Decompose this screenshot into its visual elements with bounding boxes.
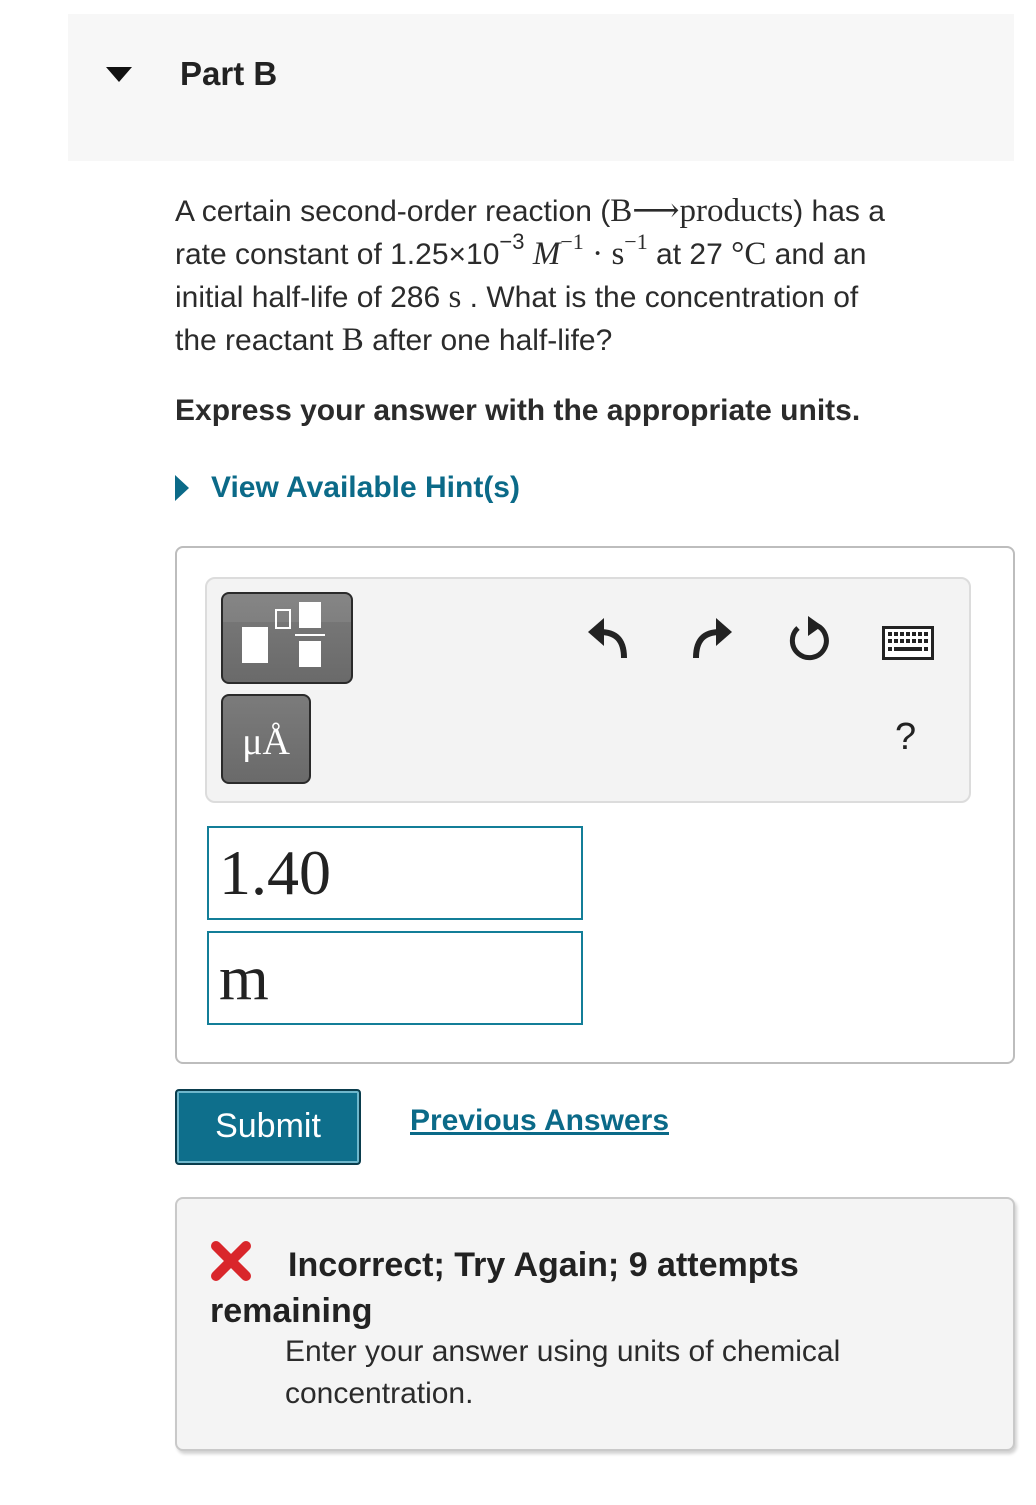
- part-title: Part B: [180, 55, 278, 92]
- collapse-triangle-icon[interactable]: [106, 67, 132, 82]
- incorrect-x-icon: [211, 1241, 251, 1281]
- units-icon[interactable]: μÅ: [221, 694, 311, 784]
- unit-input[interactable]: [207, 931, 583, 1025]
- value-input[interactable]: [207, 826, 583, 920]
- templates-icon[interactable]: [221, 592, 353, 684]
- feedback-message: Enter your answer using units of chemica…: [285, 1335, 841, 1410]
- redo-icon[interactable]: [690, 614, 734, 660]
- view-hints-link[interactable]: View Available Hint(s): [175, 471, 520, 505]
- instruction-text: Express your answer with the appropriate…: [175, 394, 861, 427]
- previous-answers-link[interactable]: Previous Answers: [410, 1104, 669, 1138]
- reaction-equation: B⟶products: [610, 193, 794, 229]
- problem-statement: A certain second-order reaction (B⟶produ…: [175, 193, 885, 358]
- help-icon[interactable]: ?: [895, 716, 916, 759]
- reset-icon[interactable]: [786, 614, 832, 664]
- undo-icon[interactable]: [586, 614, 630, 660]
- hint-label: View Available Hint(s): [211, 471, 520, 504]
- expand-triangle-icon: [175, 475, 189, 501]
- submit-button[interactable]: Submit: [175, 1089, 361, 1165]
- keyboard-icon[interactable]: [882, 626, 934, 660]
- feedback-status: Incorrect; Try Again; 9 attempts remaini…: [210, 1240, 950, 1334]
